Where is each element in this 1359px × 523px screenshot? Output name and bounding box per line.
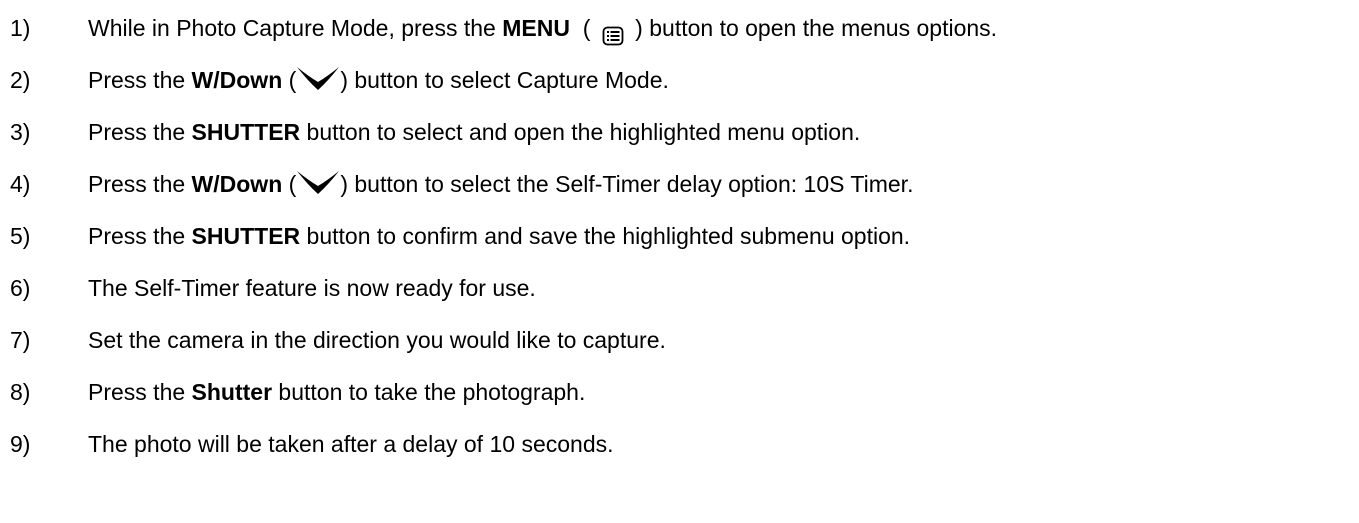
step-number: 9)	[10, 431, 31, 457]
list-item: 2) Press the W/Down ( ) button to select C…	[0, 60, 1359, 100]
step-number: 2)	[10, 67, 31, 93]
button-name: W/Down	[191, 171, 283, 197]
step-text: Press the SHUTTER button to confirm and …	[88, 216, 910, 256]
down-chevron-icon	[296, 167, 340, 197]
step-text-segment: The Self-Timer feature is now ready for …	[88, 275, 536, 301]
step-text-segment: button to confirm and save the highlight…	[300, 223, 911, 249]
step-text: The photo will be taken after a delay of…	[88, 424, 614, 464]
step-number: 8)	[10, 379, 31, 405]
step-number: 5)	[10, 223, 31, 249]
step-number: 6)	[10, 275, 31, 301]
step-text: Set the camera in the direction you woul…	[88, 320, 666, 360]
list-item: 4) Press the W/Down ( ) button to select t…	[0, 164, 1359, 204]
instruction-steps: 1) While in Photo Capture Mode, press the…	[0, 0, 1359, 523]
step-text-segment: ) button to open the menus options.	[628, 15, 998, 41]
list-item: 1) While in Photo Capture Mode, press the…	[0, 8, 1359, 48]
button-name: SHUTTER	[191, 223, 301, 249]
step-text-segment: Set the camera in the direction you woul…	[88, 327, 666, 353]
menu-list-icon	[602, 18, 624, 46]
list-item: 9) The photo will be taken after a delay …	[0, 424, 1359, 464]
step-text-segment: button to select and open the highlighte…	[300, 119, 861, 145]
step-text: The Self-Timer feature is now ready for …	[88, 268, 536, 308]
step-text-segment: Press the	[88, 119, 192, 145]
step-text-segment: button to take the photograph.	[272, 379, 586, 405]
step-text: While in Photo Capture Mode, press the M…	[88, 8, 997, 48]
step-number: 4)	[10, 171, 31, 197]
button-name: W/Down	[191, 67, 283, 93]
list-item: 6) The Self-Timer feature is now ready fo…	[0, 268, 1359, 308]
button-name: Shutter	[191, 379, 273, 405]
list-item: 3) Press the SHUTTER button to select and…	[0, 112, 1359, 152]
button-name: MENU	[502, 15, 570, 41]
step-text-segment: (	[282, 171, 297, 197]
step-text-segment: Press the	[88, 67, 192, 93]
step-number: 7)	[10, 327, 31, 353]
step-text-segment: Press the	[88, 379, 192, 405]
step-text: Press the W/Down ( ) button to select the…	[88, 164, 913, 204]
step-text-segment: Press the	[88, 171, 192, 197]
list-item: 8) Press the Shutter button to take the p…	[0, 372, 1359, 412]
step-number: 1)	[10, 15, 31, 41]
step-text-segment: ) button to select Capture Mode.	[340, 67, 669, 93]
list-item: 5) Press the SHUTTER button to confirm an…	[0, 216, 1359, 256]
step-text-segment: ) button to select the Self-Timer delay …	[340, 171, 914, 197]
step-text-segment: Press the	[88, 223, 192, 249]
down-chevron-icon	[296, 63, 340, 93]
step-text-segment: (	[569, 15, 597, 41]
step-text-segment: The photo will be taken after a delay of…	[88, 431, 614, 457]
step-number: 3)	[10, 119, 31, 145]
button-name: SHUTTER	[191, 119, 301, 145]
step-text: Press the SHUTTER button to select and o…	[88, 112, 860, 152]
step-text-segment: (	[282, 67, 297, 93]
step-text-segment: While in Photo Capture Mode, press the	[88, 15, 503, 41]
list-item: 7) Set the camera in the direction you wo…	[0, 320, 1359, 360]
step-text: Press the Shutter button to take the pho…	[88, 372, 585, 412]
step-text: Press the W/Down ( ) button to select Cap…	[88, 60, 669, 100]
